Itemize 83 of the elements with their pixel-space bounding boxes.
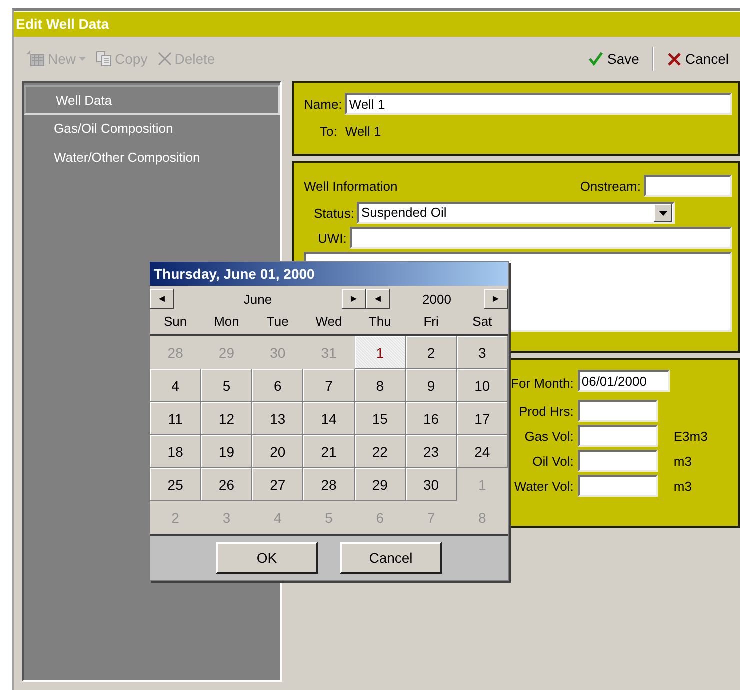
field-label: Status: xyxy=(314,206,354,220)
day-cell[interactable]: 3 xyxy=(456,336,508,369)
number-field[interactable] xyxy=(578,475,658,497)
field-label: Onstream: xyxy=(580,178,641,194)
previous-month-button[interactable]: ◄ xyxy=(150,289,174,309)
day-cell[interactable]: 19 xyxy=(201,435,252,468)
field-label: Water Vol: xyxy=(513,478,574,494)
unit-label: m3 xyxy=(674,478,693,494)
day-cell[interactable]: 26 xyxy=(201,468,252,501)
save-button[interactable]: Save xyxy=(585,49,642,69)
day-cell[interactable]: 17 xyxy=(456,402,508,435)
weekday-label: Sun xyxy=(163,313,188,331)
day-cell[interactable]: 24 xyxy=(456,435,508,468)
calendar-title: Thursday, June 01, 2000 xyxy=(150,262,508,286)
next-year-button[interactable]: ► xyxy=(484,289,508,309)
name-field[interactable]: Well 1 xyxy=(345,93,732,115)
day-cell[interactable]: 1 xyxy=(354,336,406,369)
number-field[interactable] xyxy=(578,425,658,447)
checkmark-icon xyxy=(588,51,604,67)
copy-icon xyxy=(96,51,112,67)
field-label: To: xyxy=(320,124,338,139)
sidebar-item[interactable]: Water/Other Composition xyxy=(24,144,280,173)
day-cell[interactable]: 21 xyxy=(303,435,355,468)
number-field[interactable] xyxy=(578,400,658,422)
status-dropdown[interactable]: Suspended Oil xyxy=(357,202,676,224)
to-value: Well 1 xyxy=(345,124,382,139)
number-field[interactable] xyxy=(578,450,658,472)
day-cell[interactable]: 22 xyxy=(354,435,406,468)
cancel-button[interactable]: Cancel xyxy=(664,49,732,69)
weekday-label: Mon xyxy=(213,313,240,331)
section-heading: Well Information xyxy=(304,178,398,194)
field-label: UWI: xyxy=(318,230,347,246)
day-cell[interactable]: 7 xyxy=(303,369,355,402)
ok-button[interactable]: OK xyxy=(216,542,318,574)
dropdown-arrow-icon xyxy=(658,210,668,216)
day-cell[interactable]: 9 xyxy=(406,369,457,402)
previous-year-button[interactable]: ◄ xyxy=(366,289,390,309)
day-cell[interactable]: 20 xyxy=(252,435,304,468)
day-cell[interactable]: 13 xyxy=(252,402,304,435)
dropdown-arrow-icon xyxy=(79,57,86,61)
cancel-button[interactable]: Cancel xyxy=(340,542,442,574)
weekday-label: Fri xyxy=(422,313,440,331)
uwi-field[interactable] xyxy=(350,227,732,249)
day-cell[interactable]: 28 xyxy=(303,468,355,501)
day-cell[interactable]: 27 xyxy=(252,468,304,501)
cross-icon xyxy=(158,52,172,66)
field-label: Oil Vol: xyxy=(532,454,574,468)
day-cell[interactable]: 15 xyxy=(354,402,406,435)
sidebar-item[interactable]: Well Data xyxy=(24,85,280,115)
day-cell[interactable]: 18 xyxy=(150,435,202,468)
day-cell[interactable]: 5 xyxy=(201,369,252,402)
month-field[interactable]: 06/01/2000 xyxy=(578,370,670,392)
day-cell[interactable]: 12 xyxy=(201,402,252,435)
next-month-button[interactable]: ► xyxy=(342,289,366,309)
weekday-label: Tue xyxy=(266,313,290,331)
day-cell[interactable]: 2 xyxy=(406,336,457,369)
sidebar-item[interactable]: Gas/Oil Composition xyxy=(24,115,280,144)
day-cell[interactable]: 25 xyxy=(150,468,202,501)
year-label: 2000 xyxy=(422,292,452,306)
field-label: Prod Hrs: xyxy=(518,404,574,418)
day-cell[interactable]: 29 xyxy=(354,468,406,501)
weekday-label: Sat xyxy=(472,313,494,331)
weekday-label: Wed xyxy=(314,313,344,331)
unit-label: E3m3 xyxy=(674,428,708,444)
window-title: Edit Well Data xyxy=(14,11,740,37)
day-cell[interactable]: 30 xyxy=(406,468,457,501)
day-cell[interactable]: 14 xyxy=(303,402,355,435)
unit-label: m3 xyxy=(674,454,693,468)
weekday-label: Thu xyxy=(368,313,392,331)
day-cell[interactable]: 6 xyxy=(252,369,304,402)
onstream-field[interactable] xyxy=(644,175,732,197)
field-label: Name: xyxy=(304,96,342,112)
day-cell[interactable]: 11 xyxy=(150,402,202,435)
day-cell[interactable]: 23 xyxy=(406,435,457,468)
day-cell[interactable]: 10 xyxy=(456,369,508,402)
grid-icon xyxy=(27,51,45,67)
day-cell[interactable]: 8 xyxy=(354,369,406,402)
field-label: Gas Vol: xyxy=(524,428,574,444)
day-cell[interactable]: 16 xyxy=(406,402,457,435)
day-cell[interactable]: 4 xyxy=(150,369,202,402)
month-label: June xyxy=(242,292,274,306)
cross-icon xyxy=(667,52,682,66)
field-label: For Month: xyxy=(511,376,574,391)
